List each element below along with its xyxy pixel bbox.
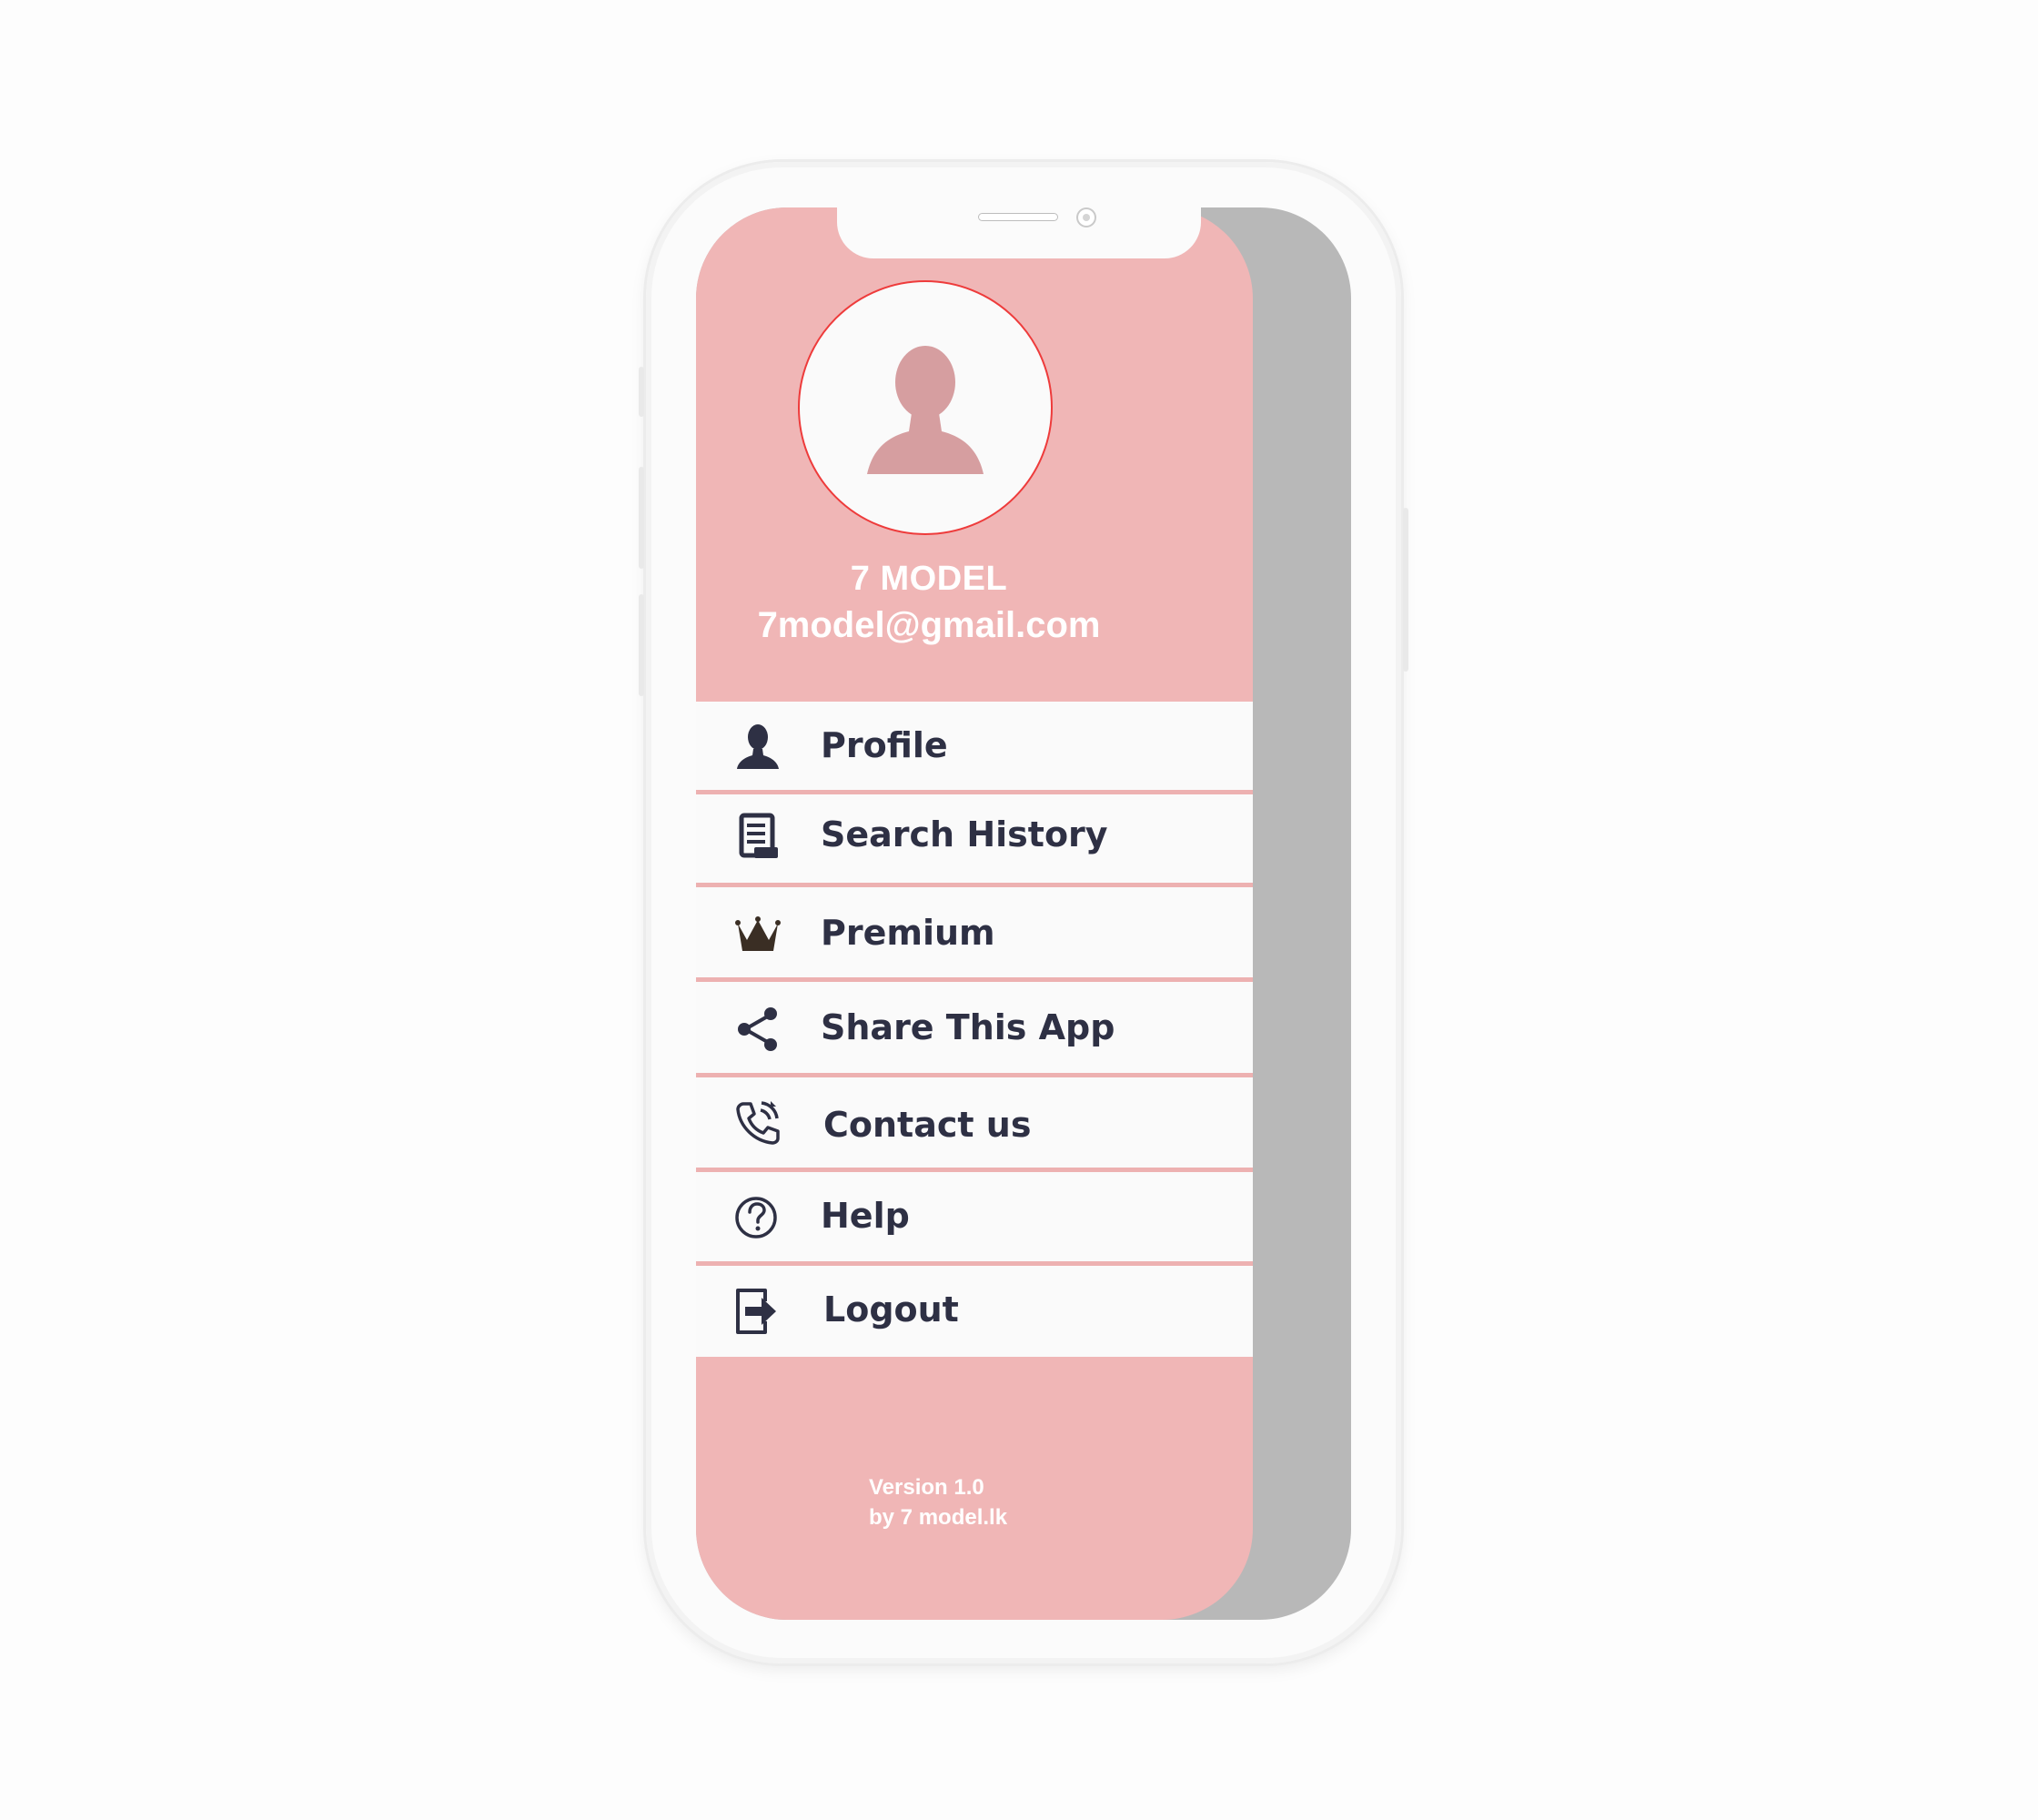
person-silhouette-icon bbox=[867, 345, 984, 474]
share-icon bbox=[732, 1004, 783, 1055]
user-name: 7 MODEL bbox=[850, 560, 1008, 598]
avatar[interactable] bbox=[798, 280, 1053, 535]
earpiece-speaker bbox=[978, 213, 1058, 221]
menu-item-contact-us[interactable]: Contact us bbox=[696, 1077, 1253, 1172]
menu-item-help[interactable]: Help bbox=[696, 1172, 1253, 1266]
history-list-icon bbox=[732, 811, 783, 862]
menu-item-label: Profile bbox=[821, 725, 948, 765]
notch bbox=[837, 207, 1201, 258]
menu-item-premium[interactable]: Premium bbox=[696, 887, 1253, 982]
menu-item-share-this-app[interactable]: Share This App bbox=[696, 982, 1253, 1077]
phone-call-icon bbox=[732, 1097, 783, 1148]
logout-icon bbox=[732, 1286, 783, 1337]
drawer-menu: Profile Search History Premium Share Thi… bbox=[696, 702, 1253, 1357]
menu-item-profile[interactable]: Profile bbox=[696, 702, 1253, 794]
front-camera bbox=[1076, 207, 1096, 228]
menu-item-label: Help bbox=[821, 1196, 910, 1236]
phone-screen: 7 MODEL 7model@gmail.com Profile Search … bbox=[696, 207, 1351, 1620]
app-version-info: Version 1.0 by 7 model.lk bbox=[869, 1472, 1007, 1532]
help-circle-icon bbox=[732, 1192, 783, 1243]
credit-text: by 7 model.lk bbox=[869, 1505, 1008, 1530]
menu-item-search-history[interactable]: Search History bbox=[696, 794, 1253, 887]
menu-item-label: Share This App bbox=[821, 1007, 1115, 1047]
navigation-drawer: 7 MODEL 7model@gmail.com Profile Search … bbox=[696, 207, 1253, 1620]
menu-item-label: Search History bbox=[821, 814, 1108, 854]
volume-up-button bbox=[639, 467, 644, 569]
volume-down-button bbox=[639, 594, 644, 696]
person-icon bbox=[732, 722, 783, 773]
user-email: 7model@gmail.com bbox=[757, 605, 1101, 645]
menu-item-label: Logout bbox=[823, 1289, 959, 1330]
power-button bbox=[1403, 508, 1408, 672]
crown-icon bbox=[732, 909, 783, 960]
menu-item-label: Premium bbox=[821, 913, 995, 953]
mute-switch bbox=[639, 367, 644, 417]
menu-item-logout[interactable]: Logout bbox=[696, 1266, 1253, 1357]
version-text: Version 1.0 bbox=[869, 1475, 984, 1500]
phone-frame: 7 MODEL 7model@gmail.com Profile Search … bbox=[639, 162, 1408, 1663]
canvas: 7 MODEL 7model@gmail.com Profile Search … bbox=[0, 0, 2038, 1820]
menu-item-label: Contact us bbox=[823, 1105, 1032, 1145]
